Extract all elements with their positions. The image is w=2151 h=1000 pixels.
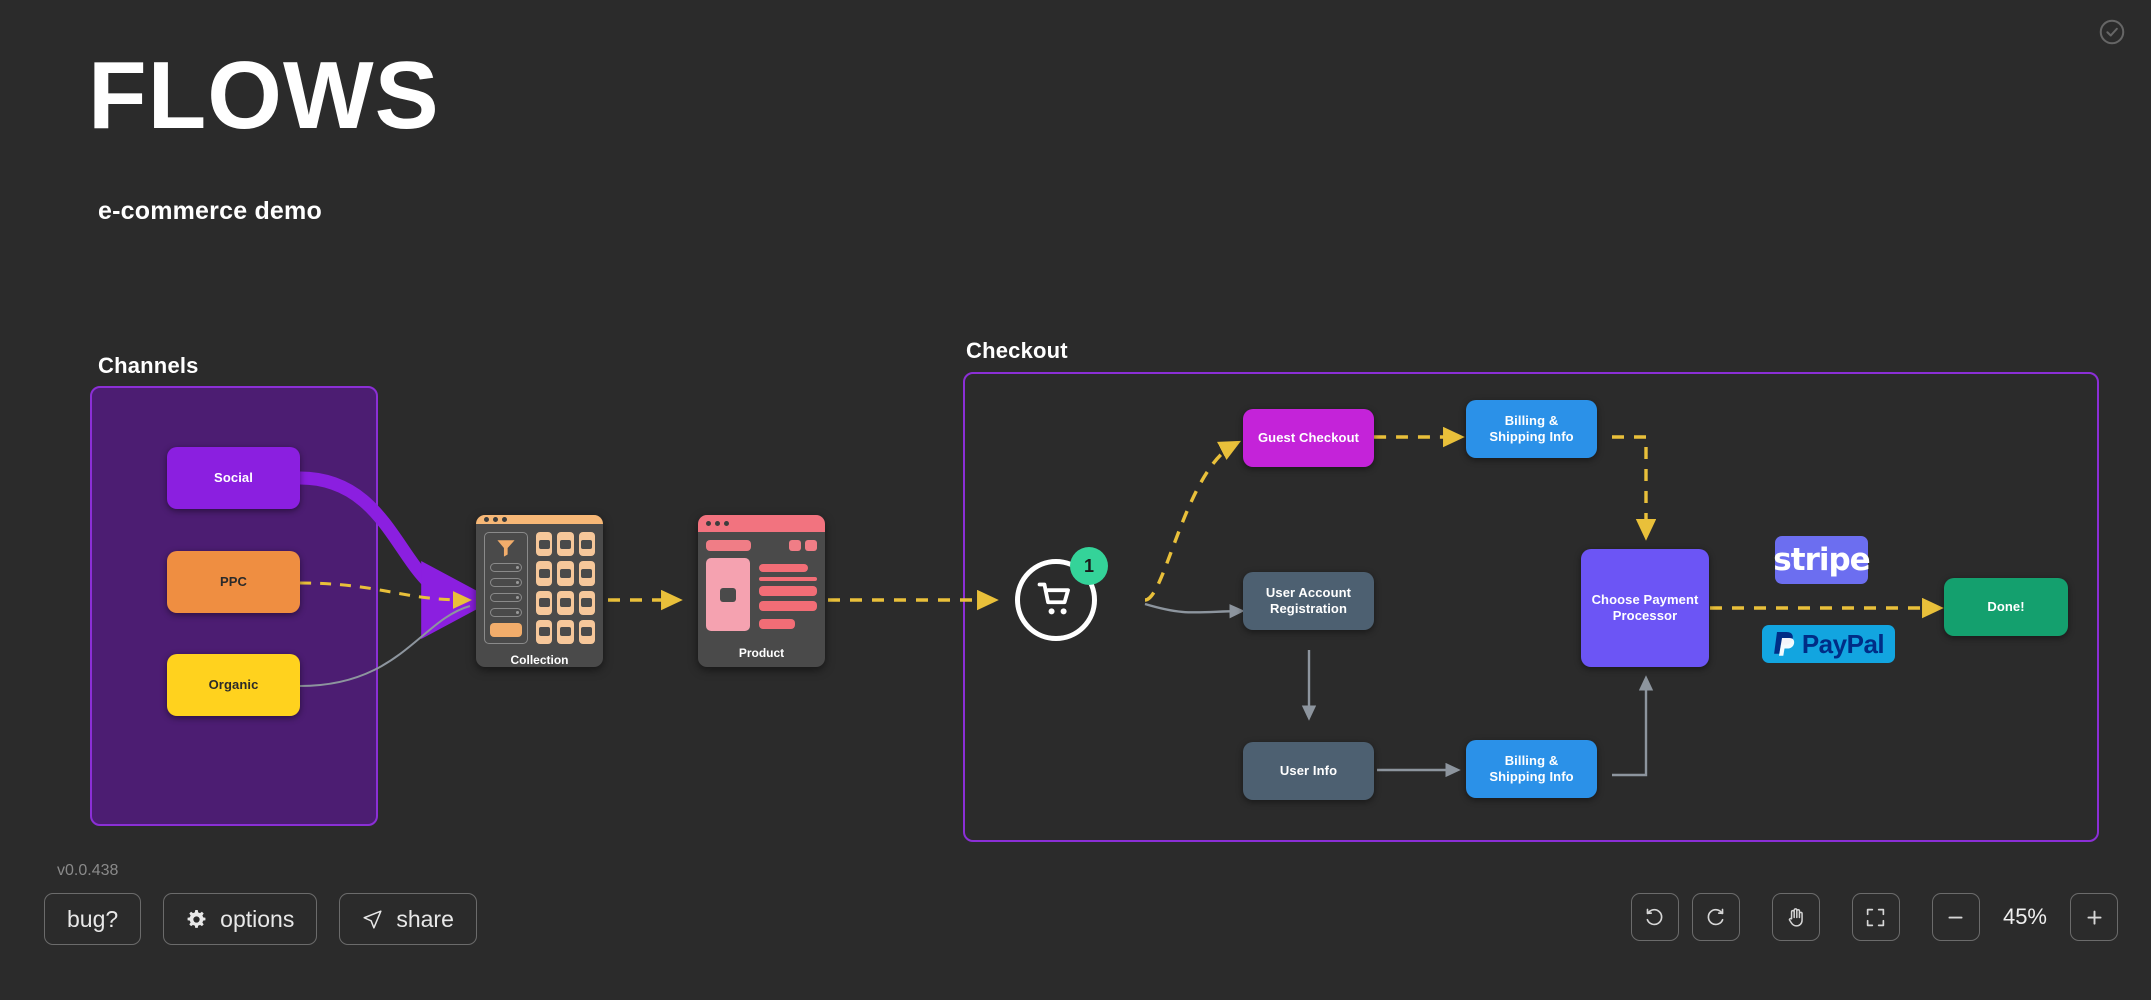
node-billing-shipping-bottom[interactable]: Billing & Shipping Info	[1466, 740, 1597, 798]
header-button-placeholder	[789, 540, 801, 551]
filter-apply-bar	[490, 623, 522, 637]
node-user-account-registration[interactable]: User Account Registration	[1243, 572, 1374, 630]
group-label-channels: Channels	[98, 353, 199, 379]
hand-icon	[1785, 907, 1806, 928]
node-collection[interactable]: Collection	[476, 515, 603, 667]
undo-button[interactable]	[1631, 893, 1679, 941]
node-social[interactable]: Social	[167, 447, 300, 509]
paypal-mark-icon	[1773, 630, 1799, 658]
options-button[interactable]: options	[163, 893, 317, 945]
group-label-checkout: Checkout	[966, 338, 1068, 364]
logo-paypal[interactable]: PayPal	[1762, 625, 1895, 663]
node-collection-label: Collection	[476, 652, 603, 667]
mockup-content	[476, 524, 603, 652]
node-cart[interactable]: 1	[1015, 559, 1097, 641]
node-ppc[interactable]: PPC	[167, 551, 300, 613]
minus-icon	[1945, 907, 1966, 928]
send-icon	[362, 909, 383, 930]
options-button-label: options	[220, 906, 294, 933]
zoom-level-label: 45%	[1993, 904, 2057, 930]
redo-icon	[1705, 907, 1726, 928]
gear-icon	[186, 909, 207, 930]
left-toolbar: bug? options share	[44, 893, 477, 945]
bug-button[interactable]: bug?	[44, 893, 141, 945]
logo-stripe[interactable]: stripe	[1775, 536, 1868, 584]
search-bar-placeholder	[706, 540, 751, 551]
undo-icon	[1644, 907, 1665, 928]
cart-badge: 1	[1070, 547, 1108, 585]
zoom-in-button[interactable]	[2070, 893, 2118, 941]
node-product[interactable]: Product	[698, 515, 825, 667]
node-product-label: Product	[698, 639, 825, 667]
logo-paypal-text: PayPal	[1802, 629, 1884, 660]
node-done[interactable]: Done!	[1944, 578, 2068, 636]
node-organic[interactable]: Organic	[167, 654, 300, 716]
product-image-placeholder	[706, 558, 750, 631]
right-toolbar: 45%	[1631, 893, 2118, 941]
share-button-label: share	[396, 906, 454, 933]
flows-app: FLOWS e-commerce demo Channels Checkout	[0, 0, 2151, 1000]
logo-stripe-text: stripe	[1773, 542, 1869, 578]
shopping-cart-icon	[1036, 581, 1076, 619]
bug-button-label: bug?	[67, 906, 118, 933]
node-choose-payment-processor[interactable]: Choose Payment Processor	[1581, 549, 1709, 667]
flow-canvas[interactable]: Channels Checkout	[0, 0, 2151, 1000]
header-button-placeholder	[805, 540, 817, 551]
share-button[interactable]: share	[339, 893, 477, 945]
node-billing-shipping-top[interactable]: Billing & Shipping Info	[1466, 400, 1597, 458]
fit-screen-icon	[1865, 907, 1886, 928]
filter-sidebar	[484, 532, 528, 644]
mockup-titlebar	[698, 515, 825, 532]
redo-button[interactable]	[1692, 893, 1740, 941]
node-guest-checkout[interactable]: Guest Checkout	[1243, 409, 1374, 467]
funnel-icon	[496, 539, 516, 557]
pan-tool-button[interactable]	[1772, 893, 1820, 941]
version-label: v0.0.438	[57, 862, 118, 880]
plus-icon	[2084, 907, 2105, 928]
zoom-out-button[interactable]	[1932, 893, 1980, 941]
fit-to-screen-button[interactable]	[1852, 893, 1900, 941]
product-grid	[536, 532, 595, 644]
mockup-content	[698, 532, 825, 639]
mockup-titlebar	[476, 515, 603, 524]
node-user-info[interactable]: User Info	[1243, 742, 1374, 800]
